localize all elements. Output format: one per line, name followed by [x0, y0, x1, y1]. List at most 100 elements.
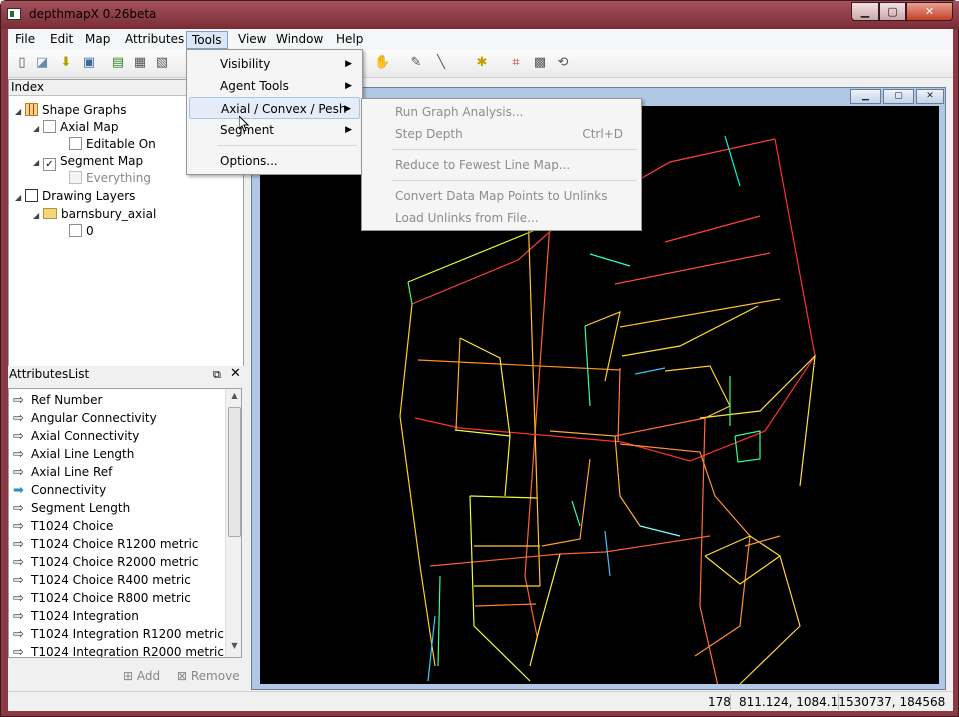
menu-attributes[interactable]: Attributes — [120, 31, 189, 49]
menu-tools[interactable]: Tools — [186, 31, 228, 49]
attribute-item[interactable]: ➡ Connectivity — [13, 481, 106, 499]
drawing-layers-icon — [25, 189, 38, 202]
editable-on-checkbox[interactable] — [69, 137, 82, 150]
window-title: depthmapX 0.26beta — [29, 7, 157, 21]
map-segment-line — [617, 367, 621, 443]
menu-options[interactable]: Options... — [189, 150, 360, 172]
attribute-item[interactable]: ⇨ T1024 Choice R2000 metric — [13, 553, 198, 571]
map-segment-line — [469, 495, 538, 499]
attributes-scrollbar[interactable]: ▲ ▼ — [225, 389, 241, 657]
map-segment-line — [437, 575, 441, 667]
attribute-item[interactable]: ⇨ T1024 Integration — [13, 607, 139, 625]
map-segment-line — [584, 311, 621, 382]
map-segment-line — [604, 530, 611, 577]
menu-map[interactable]: Map — [80, 31, 115, 49]
new-layer-icon[interactable]: ▤ — [110, 55, 126, 71]
collapse-icon[interactable]: ◢ — [15, 103, 25, 120]
axial-icon[interactable]: ⌗ — [508, 55, 524, 71]
tree-barnsbury-axial[interactable]: ◢ barnsbury_axial — [33, 206, 156, 223]
status-world-coords: 530737, 184568 — [846, 695, 946, 709]
menu-edit[interactable]: Edit — [45, 31, 78, 49]
attribute-arrow-icon: ➡ — [13, 483, 24, 498]
menu-file[interactable]: File — [10, 31, 40, 49]
remove-attribute-button[interactable]: ⊠ Remove — [177, 669, 240, 683]
attributes-list[interactable]: ⇨ Ref Number ⇨ Angular Connectivity ⇨ Axial C… — [8, 388, 242, 658]
attribute-arrow-icon: ⇨ — [13, 519, 24, 534]
attribute-arrow-icon: ⇨ — [13, 537, 24, 552]
title-bar[interactable]: depthmapX 0.26beta ▁ ▢ ✕ — [1, 1, 959, 29]
attribute-item[interactable]: ⇨ T1024 Choice R400 metric — [13, 571, 191, 589]
tree-segment-map[interactable]: ◢ ✓ Segment Map — [33, 153, 143, 171]
map-segment-line — [734, 430, 761, 463]
attribute-arrow-icon: ⇨ — [13, 555, 24, 570]
attribute-item[interactable]: ⇨ Segment Length — [13, 499, 130, 517]
attribute-item[interactable]: ⇨ T1024 Choice R800 metric — [13, 589, 191, 607]
attribute-arrow-icon: ⇨ — [13, 627, 24, 642]
import-icon[interactable]: ⬇ — [58, 55, 74, 71]
axial-submenu: Run Graph Analysis... Step Depth Ctrl+D R… — [361, 98, 642, 231]
collapse-icon[interactable]: ◢ — [33, 120, 43, 137]
attribute-item[interactable]: ⇨ T1024 Choice — [13, 517, 113, 535]
attribute-arrow-icon: ⇨ — [13, 411, 24, 426]
open-file-icon[interactable]: ◪ — [34, 55, 50, 71]
menu-visibility[interactable]: Visibility ▶ — [189, 53, 360, 75]
menu-agent-tools[interactable]: Agent Tools ▶ — [189, 75, 360, 97]
scroll-up-icon[interactable]: ▲ — [226, 391, 241, 405]
close-button[interactable]: ✕ — [906, 2, 953, 21]
tree-drawing-layers[interactable]: ◢ Drawing Layers — [15, 188, 135, 205]
map-segment-line — [639, 525, 681, 537]
close-panel-icon[interactable]: ✕ — [230, 366, 241, 381]
menu-convert-data-map: Convert Data Map Points to Unlinks — [395, 189, 608, 203]
line-tool-icon[interactable]: ╲ — [433, 55, 449, 71]
segment-map-checkbox[interactable]: ✓ — [43, 158, 56, 171]
attribute-arrow-icon: ⇨ — [13, 447, 24, 462]
fill-icon[interactable]: ✱ — [474, 55, 490, 71]
menu-view[interactable]: View — [233, 31, 271, 49]
map-segment-line — [739, 555, 801, 684]
scroll-down-icon[interactable]: ▼ — [226, 641, 241, 655]
export-icon[interactable]: ▧ — [154, 55, 170, 71]
attribute-item[interactable]: ⇨ T1024 Choice R1200 metric — [13, 535, 198, 553]
edit-layer-icon[interactable]: ▦ — [132, 55, 148, 71]
axial-map-checkbox[interactable] — [43, 120, 56, 133]
attribute-item[interactable]: ⇨ Ref Number — [13, 391, 102, 409]
link-icon[interactable]: ⟲ — [555, 55, 571, 71]
tree-layer-0[interactable]: 0 — [69, 223, 94, 240]
minimize-button[interactable]: ▁ — [851, 2, 879, 21]
map-segment-line — [529, 553, 561, 667]
attribute-item[interactable]: ⇨ T1024 Integration R1200 metric — [13, 625, 224, 643]
menu-axial-convex-pesh[interactable]: Axial / Convex / Pesh ▶ — [189, 97, 360, 119]
float-panel-icon[interactable]: ⧉ — [213, 368, 221, 382]
tree-shape-graphs[interactable]: ◢ Shape Graphs — [15, 102, 126, 119]
pan-icon[interactable]: ✋ — [374, 55, 390, 71]
map-maximize-button[interactable]: ▢ — [883, 89, 914, 104]
save-icon[interactable]: ▣ — [81, 55, 97, 71]
layer-0-checkbox[interactable] — [69, 224, 82, 237]
new-file-icon[interactable]: ▯ — [14, 55, 30, 71]
grid-icon[interactable]: ▩ — [532, 55, 548, 71]
tree-axial-map[interactable]: ◢ Axial Map — [33, 119, 118, 136]
maximize-button[interactable]: ▢ — [879, 2, 906, 21]
collapse-icon[interactable]: ◢ — [15, 189, 25, 206]
map-segment-line — [664, 365, 731, 419]
tools-menu: Visibility ▶ Agent Tools ▶ Axial / Convex … — [186, 49, 363, 175]
menu-help[interactable]: Help — [331, 31, 368, 49]
pencil-icon[interactable]: ✎ — [408, 55, 424, 71]
collapse-icon[interactable]: ◢ — [33, 154, 43, 171]
menu-segment[interactable]: Segment ▶ — [189, 119, 360, 141]
tree-editable-on[interactable]: Editable On — [69, 136, 156, 153]
attribute-item[interactable]: ⇨ T1024 Integration R2000 metric — [13, 643, 224, 657]
add-attribute-button[interactable]: ⊞ Add — [123, 669, 160, 683]
map-close-button[interactable]: ✕ — [916, 89, 944, 104]
map-minimize-button[interactable]: ▁ — [850, 89, 881, 104]
attribute-item[interactable]: ⇨ Angular Connectivity — [13, 409, 157, 427]
menu-window[interactable]: Window — [271, 31, 328, 49]
attribute-item[interactable]: ⇨ Axial Line Length — [13, 445, 134, 463]
attribute-item[interactable]: ⇨ Axial Connectivity — [13, 427, 139, 445]
attribute-arrow-icon: ⇨ — [13, 393, 24, 408]
menu-run-graph-analysis: Run Graph Analysis... — [395, 105, 524, 119]
attribute-item[interactable]: ⇨ Axial Line Ref — [13, 463, 112, 481]
scroll-thumb[interactable] — [228, 407, 241, 537]
collapse-icon[interactable]: ◢ — [33, 207, 43, 224]
map-segment-line — [634, 367, 666, 375]
